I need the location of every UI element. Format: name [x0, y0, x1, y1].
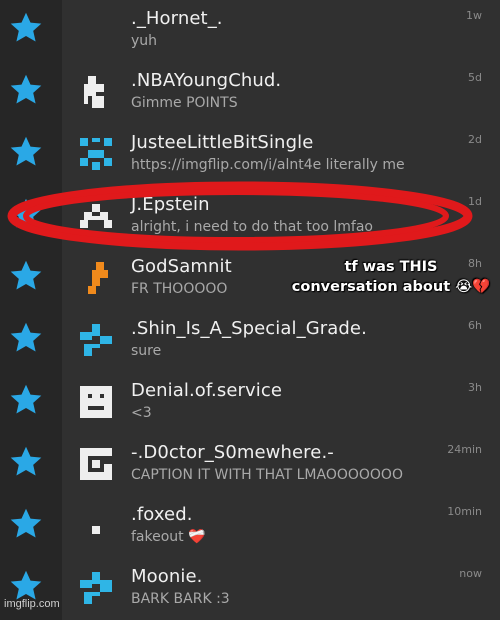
favorite-cell: [0, 124, 62, 186]
pixel-avatar: [80, 572, 112, 604]
favorite-cell: [0, 434, 62, 496]
conversation-body[interactable]: .Shin_Is_A_Special_Grade. sure 6h: [62, 310, 500, 372]
username: .foxed.: [131, 504, 193, 525]
conversation-body[interactable]: ._Hornet_. yuh 1w: [62, 0, 500, 62]
star-icon[interactable]: [8, 10, 44, 46]
timestamp: 6h: [468, 319, 482, 332]
conversation-row[interactable]: Denial.of.service <3 3h: [0, 372, 500, 435]
conversation-body[interactable]: .NBAYoungChud. Gimme POINTS 5d: [62, 62, 500, 124]
timestamp: 2d: [468, 133, 482, 146]
star-icon[interactable]: [8, 320, 44, 356]
star-icon[interactable]: [8, 134, 44, 170]
conversation-row[interactable]: JusteeLittleBitSingle https://imgflip.co…: [0, 124, 500, 187]
username: Moonie.: [131, 566, 203, 587]
username: ._Hornet_.: [131, 8, 223, 29]
caption-line: conversation about 😭💔: [291, 279, 491, 295]
timestamp: 1w: [466, 9, 482, 22]
star-icon[interactable]: [8, 444, 44, 480]
conversation-body[interactable]: J.Epstein alright, i need to do that too…: [62, 186, 500, 248]
username: J.Epstein: [131, 194, 210, 215]
last-message: Gimme POINTS: [131, 95, 238, 111]
pixel-avatar: [80, 386, 112, 418]
last-message: yuh: [131, 33, 158, 49]
last-message: <3: [131, 405, 152, 421]
star-icon[interactable]: [8, 506, 44, 542]
star-icon[interactable]: [8, 72, 44, 108]
username: JusteeLittleBitSingle: [131, 132, 314, 153]
timestamp: 3h: [468, 381, 482, 394]
pixel-avatar: [80, 138, 112, 170]
star-icon[interactable]: [8, 258, 44, 294]
pixel-avatar: [80, 510, 112, 542]
conversation-body[interactable]: Denial.of.service <3 3h: [62, 372, 500, 434]
last-message: BARK BARK :3: [131, 591, 230, 607]
last-message: sure: [131, 343, 162, 359]
caption-line: tf was THIS: [344, 259, 438, 275]
timestamp: 10min: [447, 505, 482, 518]
last-message: CAPTION IT WITH THAT LMAOOOOOOO: [131, 467, 403, 483]
favorite-cell: [0, 62, 62, 124]
pixel-avatar: [80, 448, 112, 480]
pixel-avatar: [80, 324, 112, 356]
favorite-cell: [0, 372, 62, 434]
watermark: imgflip.com: [4, 598, 60, 610]
star-icon[interactable]: [8, 196, 44, 232]
username: Denial.of.service: [131, 380, 283, 401]
last-message: FR THOOOOO: [131, 281, 228, 297]
favorite-cell: [0, 310, 62, 372]
conversation-row[interactable]: -.D0ctor_S0mewhere.- CAPTION IT WITH THA…: [0, 434, 500, 497]
blank-avatar: [80, 14, 112, 46]
conversation-body[interactable]: -.D0ctor_S0mewhere.- CAPTION IT WITH THA…: [62, 434, 500, 496]
conversation-row[interactable]: J.Epstein alright, i need to do that too…: [0, 186, 500, 249]
username: .Shin_Is_A_Special_Grade.: [131, 318, 367, 339]
conversation-row[interactable]: .NBAYoungChud. Gimme POINTS 5d: [0, 62, 500, 125]
star-icon[interactable]: [8, 382, 44, 418]
last-message: https://imgflip.com/i/alnt4e literally m…: [131, 157, 405, 173]
pixel-avatar: [80, 262, 112, 294]
favorite-cell: [0, 496, 62, 558]
username: -.D0ctor_S0mewhere.-: [131, 442, 334, 463]
favorite-cell: [0, 0, 62, 62]
caption-annotation: tf was THIS conversation about 😭💔: [288, 257, 494, 297]
last-message: alright, i need to do that too lmfao: [131, 219, 373, 235]
conversation-row[interactable]: .Shin_Is_A_Special_Grade. sure 6h: [0, 310, 500, 373]
timestamp: now: [459, 567, 482, 580]
favorite-cell: [0, 248, 62, 310]
conversation-body[interactable]: JusteeLittleBitSingle https://imgflip.co…: [62, 124, 500, 186]
conversation-body[interactable]: .foxed. fakeout ❤️‍🩹 10min: [62, 496, 500, 558]
timestamp: 24min: [447, 443, 482, 456]
favorite-cell: [0, 186, 62, 248]
username: .NBAYoungChud.: [131, 70, 282, 91]
conversation-list: ._Hornet_. yuh 1w .NBAYoungChud. Gimme P…: [0, 0, 500, 620]
pixel-avatar: [80, 200, 112, 232]
last-message: fakeout ❤️‍🩹: [131, 529, 206, 545]
pixel-avatar: [80, 76, 112, 108]
timestamp: 5d: [468, 71, 482, 84]
timestamp: 1d: [468, 195, 482, 208]
conversation-row[interactable]: .foxed. fakeout ❤️‍🩹 10min: [0, 496, 500, 559]
username: GodSamnit: [131, 256, 232, 277]
conversation-row[interactable]: ._Hornet_. yuh 1w: [0, 0, 500, 63]
